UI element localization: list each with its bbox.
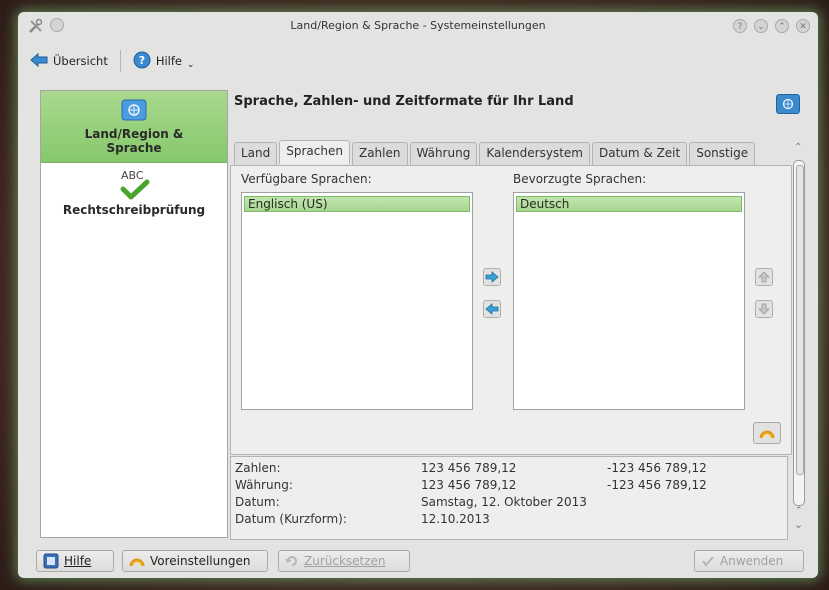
sidebar-item-locale[interactable]: Land/Region & Sprache (41, 91, 227, 163)
tab-date-time[interactable]: Datum & Zeit (591, 142, 688, 166)
undo-icon (285, 556, 297, 566)
maximize-icon[interactable]: ⌃ (775, 19, 789, 33)
help-button[interactable]: Hilfe (36, 550, 114, 572)
arrow-left-icon (485, 303, 499, 315)
preferred-languages-list[interactable]: Deutsch (513, 192, 745, 410)
arrow-up-icon (758, 271, 770, 283)
help-icon: ? (133, 51, 151, 72)
scroll-track[interactable] (793, 160, 805, 506)
back-arrow-icon (30, 52, 48, 71)
settings-window: Land/Region & Sprache - Systemeinstellun… (18, 12, 818, 578)
scroll-up-icon[interactable]: ⌃ (794, 142, 802, 153)
tab-other[interactable]: Sonstige (689, 142, 756, 166)
chevron-down-icon: ⌄ (187, 60, 195, 70)
svg-text:?: ? (139, 54, 145, 67)
help-menu-button[interactable]: ? Hilfe ⌄ (127, 48, 201, 75)
sidebar-item-label: Rechtschreibprüfung (62, 203, 206, 217)
defaults-icon (129, 558, 145, 567)
sidebar-item-label: Land/Region & Sprache (84, 127, 184, 155)
move-up-button[interactable] (755, 268, 773, 286)
help-book-icon (43, 553, 59, 569)
scroll-down-icon[interactable]: ⌄ (794, 518, 803, 531)
close-icon[interactable]: ✕ (796, 19, 810, 33)
list-item[interactable]: Englisch (US) (244, 196, 470, 212)
minimize-icon[interactable]: ⌄ (754, 19, 768, 33)
help-menu-label: Hilfe (155, 54, 182, 68)
reset-languages-button[interactable] (753, 422, 781, 444)
toolbar: Übersicht ? Hilfe ⌄ (24, 46, 201, 76)
tab-calendar[interactable]: Kalendersystem (479, 142, 590, 166)
flag-icon (121, 99, 147, 125)
defaults-icon (759, 430, 775, 439)
arrow-down-icon (758, 303, 770, 315)
available-languages-label: Verfügbare Sprachen: (241, 172, 372, 186)
remove-language-button[interactable] (483, 300, 501, 318)
toolbar-separator (119, 50, 121, 72)
button-bar: Hilfe Voreinstellungen Zurücksetzen Anwe… (36, 550, 812, 574)
help-context-icon[interactable]: ? (733, 19, 747, 33)
category-sidebar: Land/Region & Sprache ABC Rechtschreibpr… (40, 90, 228, 538)
arrow-right-icon (485, 271, 499, 283)
sidebar-item-spellcheck[interactable]: ABC Rechtschreibprüfung (41, 163, 227, 217)
tab-land[interactable]: Land (234, 142, 278, 166)
tab-bar: Land Sprachen Zahlen Währung Kalendersys… (234, 140, 757, 166)
preferred-languages-label: Bevorzugte Sprachen: (513, 172, 647, 186)
list-item[interactable]: Deutsch (516, 196, 742, 212)
reset-button[interactable]: Zurücksetzen (278, 550, 410, 572)
overview-label: Übersicht (53, 54, 108, 68)
languages-panel: Verfügbare Sprachen: Englisch (US) Bevor… (230, 165, 792, 455)
tab-languages[interactable]: Sprachen (279, 140, 350, 164)
tab-currency[interactable]: Währung (409, 142, 478, 166)
header-flag-icon (776, 94, 800, 114)
window-controls: ? ⌄ ⌃ ✕ (733, 19, 810, 33)
available-languages-list[interactable]: Englisch (US) (241, 192, 473, 410)
window-title: Land/Region & Sprache - Systemeinstellun… (290, 19, 546, 32)
move-down-button[interactable] (755, 300, 773, 318)
page-title: Sprache, Zahlen- und Zeitformate für Ihr… (234, 94, 574, 109)
format-preview: Zahlen: 123 456 789,12 -123 456 789,12 W… (230, 456, 788, 540)
title-bar: Land/Region & Sprache - Systemeinstellun… (18, 12, 818, 42)
defaults-button[interactable]: Voreinstellungen (122, 550, 268, 572)
overview-button[interactable]: Übersicht (24, 49, 114, 74)
vertical-scrollbar[interactable]: ⌃ ⌃ ⌄ (791, 142, 807, 540)
add-language-button[interactable] (483, 268, 501, 286)
checkmark-icon (702, 556, 714, 567)
tab-numbers[interactable]: Zahlen (351, 142, 408, 166)
spellcheck-icon: ABC (117, 169, 151, 201)
scroll-up-small-icon[interactable]: ⌃ (795, 506, 803, 516)
apply-button[interactable]: Anwenden (694, 550, 804, 572)
scroll-thumb[interactable] (796, 165, 804, 475)
